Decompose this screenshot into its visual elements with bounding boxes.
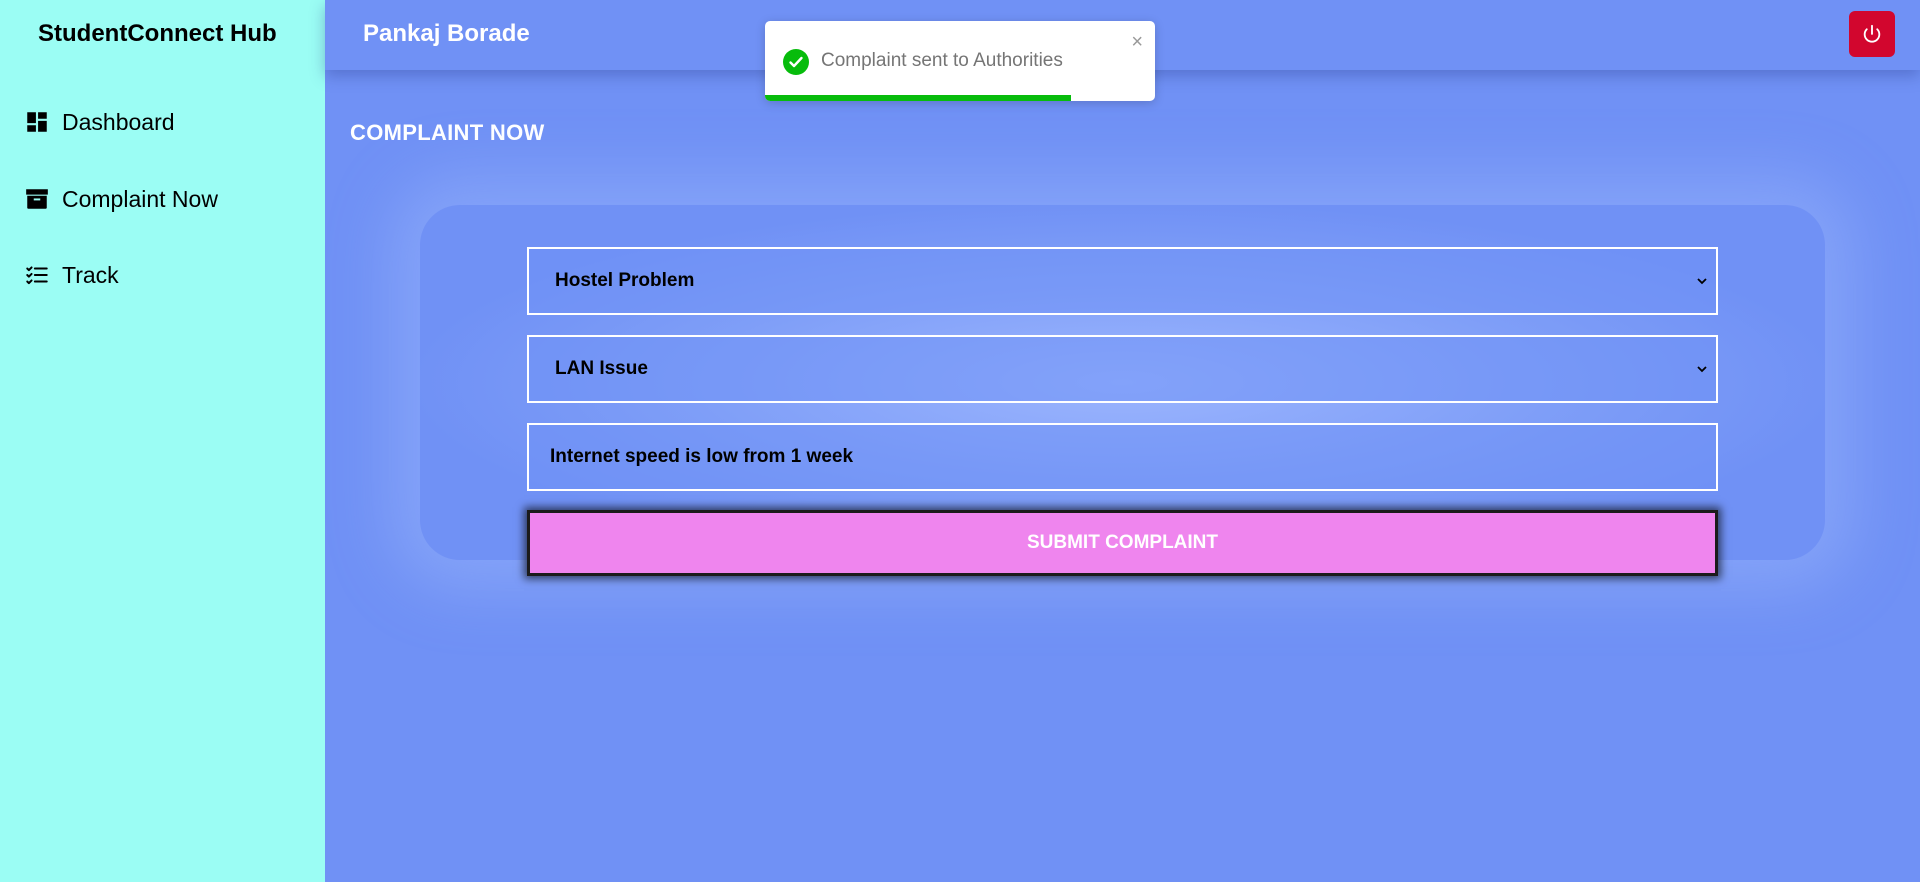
chevron-down-icon bbox=[1697, 366, 1707, 373]
page-title: COMPLAINT NOW bbox=[350, 120, 545, 145]
check-circle-icon bbox=[783, 49, 809, 75]
sidebar-item-track[interactable]: Track bbox=[24, 257, 119, 293]
toast-progress-bar bbox=[765, 95, 1072, 101]
toast-close-button[interactable]: × bbox=[1131, 31, 1143, 54]
subcategory-select[interactable]: LAN Issue bbox=[527, 335, 1718, 403]
sidebar: StudentConnect Hub Dashboard Complaint N… bbox=[0, 0, 325, 882]
category-select-value: Hostel Problem bbox=[555, 270, 695, 291]
brand-title: StudentConnect Hub bbox=[38, 20, 277, 47]
logout-button[interactable] bbox=[1849, 11, 1895, 57]
sidebar-item-label: Complaint Now bbox=[62, 185, 218, 212]
dashboard-icon bbox=[24, 109, 50, 135]
complaint-description-input[interactable]: Internet speed is low from 1 week bbox=[527, 423, 1718, 491]
category-select[interactable]: Hostel Problem bbox=[527, 247, 1718, 315]
sidebar-item-complaint-now[interactable]: Complaint Now bbox=[24, 181, 218, 217]
chevron-down-icon bbox=[1697, 278, 1707, 285]
success-toast: Complaint sent to Authorities × bbox=[765, 21, 1155, 101]
sidebar-item-label: Track bbox=[62, 261, 119, 288]
sidebar-item-dashboard[interactable]: Dashboard bbox=[24, 104, 175, 140]
toast-message: Complaint sent to Authorities bbox=[821, 50, 1063, 71]
power-icon bbox=[1863, 24, 1881, 43]
user-name: Pankaj Borade bbox=[363, 20, 530, 47]
subcategory-select-value: LAN Issue bbox=[555, 358, 648, 379]
submit-complaint-button[interactable]: SUBMIT COMPLAINT bbox=[527, 510, 1718, 576]
archive-box-icon bbox=[24, 186, 50, 212]
sidebar-item-label: Dashboard bbox=[62, 108, 175, 135]
complaint-description-value: Internet speed is low from 1 week bbox=[550, 446, 854, 467]
checklist-icon bbox=[24, 262, 50, 288]
